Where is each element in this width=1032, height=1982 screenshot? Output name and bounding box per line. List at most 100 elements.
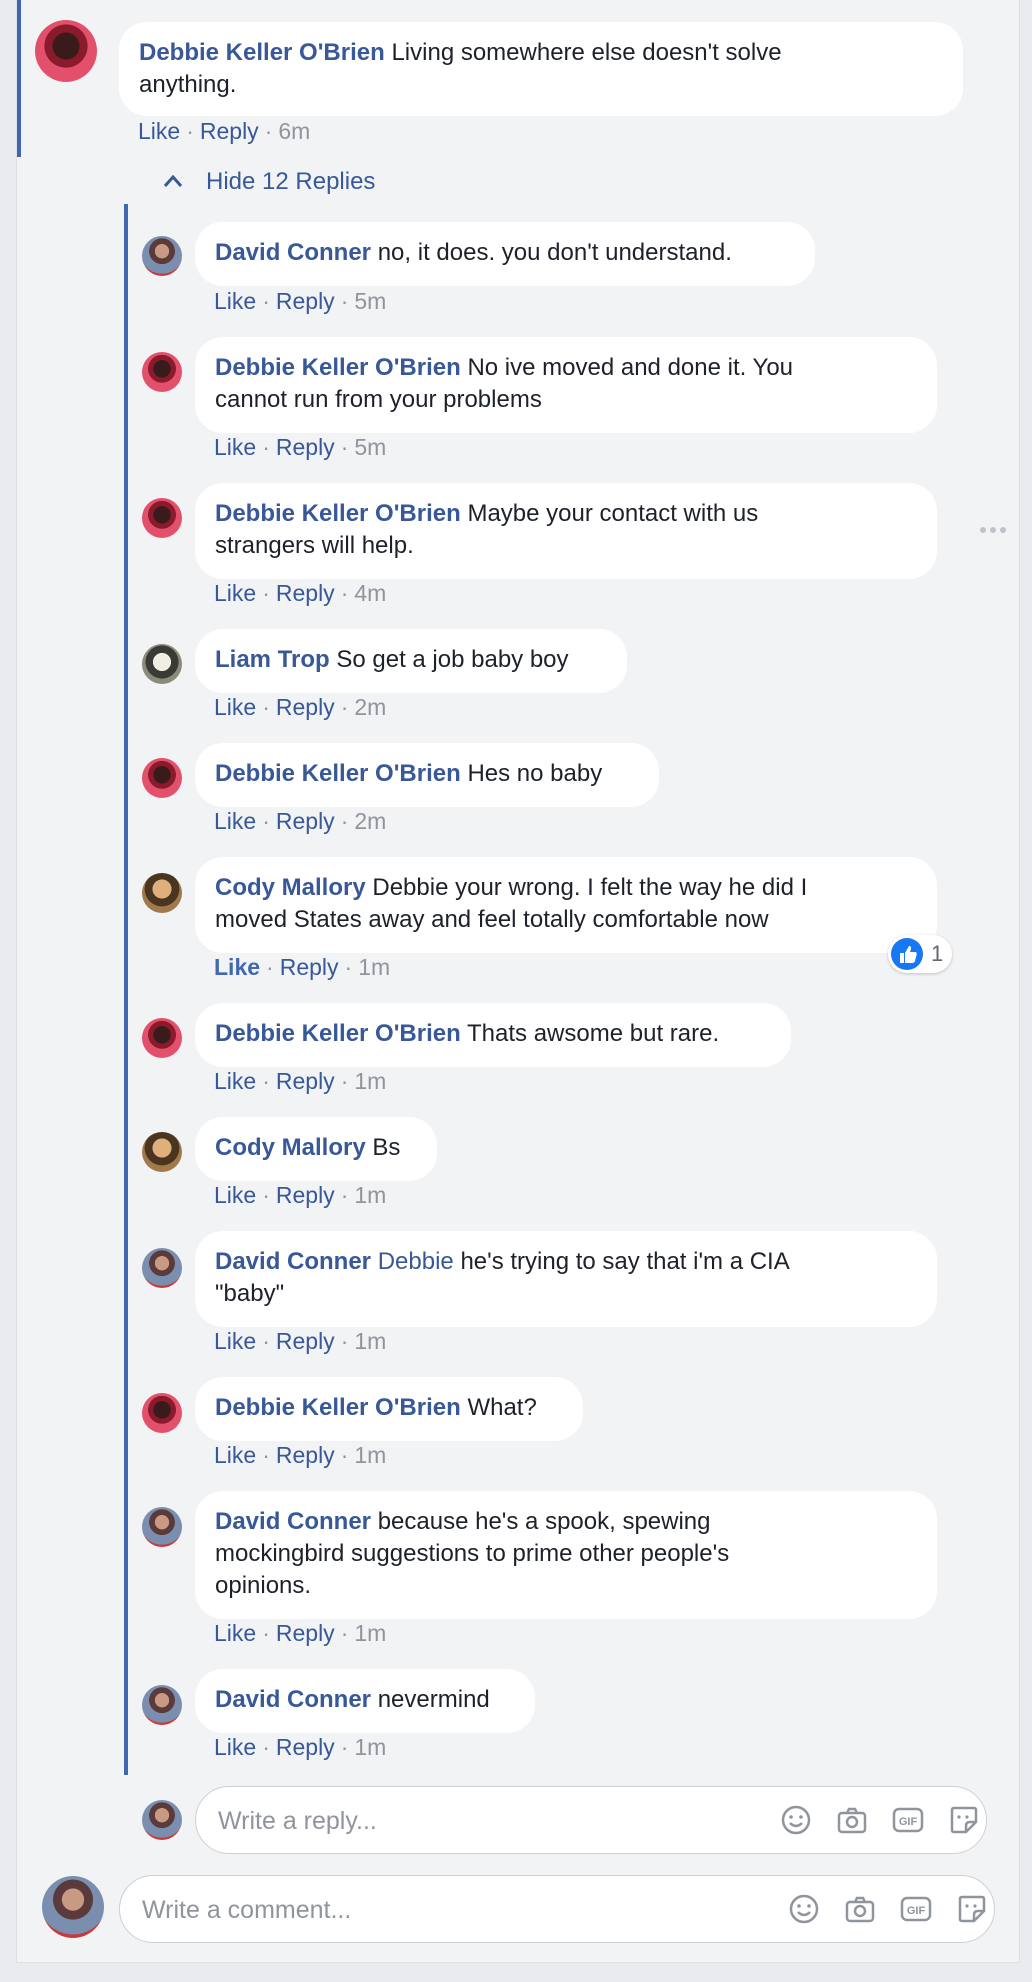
reply-time: 1m	[354, 1068, 387, 1094]
like-link[interactable]: Like	[214, 1068, 256, 1094]
reply-time: 4m	[354, 580, 387, 606]
reply-link[interactable]: Reply	[276, 1328, 335, 1354]
avatar-cody[interactable]	[142, 1132, 182, 1172]
reply-link[interactable]: Reply	[200, 118, 259, 144]
like-link[interactable]: Like	[214, 1620, 256, 1646]
reply-bubble: David Conner Debbie he's trying to say t…	[195, 1231, 937, 1327]
emoji-icon[interactable]	[788, 1893, 820, 1925]
avatar-debbie[interactable]	[142, 758, 182, 798]
reply-link[interactable]: Reply	[276, 1620, 335, 1646]
reply-input[interactable]	[216, 1803, 740, 1839]
emoji-icon[interactable]	[780, 1804, 812, 1836]
avatar-david[interactable]	[142, 1507, 182, 1547]
like-link[interactable]: Like	[214, 1182, 256, 1208]
like-link[interactable]: Like	[214, 808, 256, 834]
reaction-summary[interactable]: 1	[888, 935, 952, 973]
reply-actions: Like · Reply · 1m	[214, 1068, 387, 1094]
reply-text: because he's a spook, spewing	[377, 1508, 711, 1535]
reply-actions: Like · Reply · 5m	[214, 288, 387, 314]
comment-actions: Like · Reply · 6m	[138, 118, 311, 144]
avatar-debbie[interactable]	[142, 1393, 182, 1433]
gif-icon[interactable]: GIF	[900, 1893, 932, 1925]
svg-text:GIF: GIF	[907, 1905, 926, 1917]
like-link[interactable]: Like	[214, 1328, 256, 1354]
avatar-david[interactable]	[142, 1248, 182, 1288]
avatar-david[interactable]	[142, 1685, 182, 1725]
reaction-count: 1	[931, 941, 944, 966]
reply-link[interactable]: Reply	[276, 1182, 335, 1208]
comment-text: Living somewhere else doesn't solve	[391, 39, 782, 66]
reply-author[interactable]: David Conner	[215, 1248, 371, 1275]
reply-author[interactable]: David Conner	[215, 239, 371, 266]
gif-icon[interactable]: GIF	[892, 1804, 924, 1836]
reply-text: strangers will help.	[215, 532, 414, 559]
reply-bubble: Debbie Keller O'Brien Hes no baby	[195, 743, 659, 807]
avatar-debbie[interactable]	[142, 498, 182, 538]
reply-link[interactable]: Reply	[276, 808, 335, 834]
reply-link[interactable]: Reply	[276, 1734, 335, 1760]
avatar-current-user	[142, 1800, 182, 1840]
mention-link[interactable]: Debbie	[378, 1248, 454, 1275]
reply-link[interactable]: Reply	[280, 954, 339, 980]
reply-actions: Like · Reply · 1m	[214, 1328, 387, 1354]
reply-author[interactable]: Debbie Keller O'Brien	[215, 500, 461, 527]
chevron-up-icon[interactable]	[163, 174, 183, 188]
top-comment-thread-line	[17, 0, 21, 157]
reply-author[interactable]: Cody Mallory	[215, 1134, 366, 1161]
like-link[interactable]: Like	[214, 580, 256, 606]
avatar-debbie[interactable]	[142, 1018, 182, 1058]
reply-author[interactable]: Debbie Keller O'Brien	[215, 354, 461, 381]
reply-author[interactable]: David Conner	[215, 1686, 371, 1713]
reply-author[interactable]: Liam Trop	[215, 646, 330, 673]
hide-replies-link[interactable]: Hide 12 Replies	[206, 167, 375, 197]
reply-link[interactable]: Reply	[276, 288, 335, 314]
reply-link[interactable]: Reply	[276, 434, 335, 460]
avatar-debbie[interactable]	[35, 20, 97, 82]
avatar-liam[interactable]	[142, 644, 182, 684]
reply-actions: Like · Reply · 1m	[214, 954, 391, 980]
camera-icon[interactable]	[844, 1893, 876, 1925]
reply-actions: Like · Reply · 1m	[214, 1620, 387, 1646]
reply-author[interactable]: Cody Mallory	[215, 874, 366, 901]
avatar-david[interactable]	[142, 236, 182, 276]
reply-bubble: Cody Mallory Debbie your wrong. I felt t…	[195, 857, 937, 953]
reply-bubble: Cody Mallory Bs	[195, 1117, 437, 1181]
reply-bubble: David Conner no, it does. you don't unde…	[195, 222, 815, 286]
reply-actions: Like · Reply · 4m	[214, 580, 387, 606]
avatar-current-user	[42, 1876, 104, 1938]
like-link[interactable]: Like	[138, 118, 180, 144]
comment-author[interactable]: Debbie Keller O'Brien	[139, 39, 385, 66]
reply-bubble: David Conner nevermind	[195, 1669, 535, 1733]
like-link[interactable]: Like	[214, 694, 256, 720]
comment-input[interactable]	[140, 1892, 744, 1928]
like-link[interactable]: Like	[214, 288, 256, 314]
reply-author[interactable]: Debbie Keller O'Brien	[215, 760, 461, 787]
avatar-cody[interactable]	[142, 873, 182, 913]
reply-actions: Like · Reply · 5m	[214, 434, 387, 460]
like-link[interactable]: Like	[214, 954, 260, 980]
reply-text: cannot run from your problems	[215, 386, 542, 413]
like-link[interactable]: Like	[214, 1442, 256, 1468]
reply-input-box[interactable]: GIF	[195, 1786, 987, 1854]
avatar-debbie[interactable]	[142, 352, 182, 392]
reply-time: 5m	[354, 434, 387, 460]
camera-icon[interactable]	[836, 1804, 868, 1836]
reply-link[interactable]: Reply	[276, 580, 335, 606]
like-link[interactable]: Like	[214, 434, 256, 460]
comment-input-box[interactable]: GIF	[119, 1875, 995, 1943]
reply-author[interactable]: Debbie Keller O'Brien	[215, 1394, 461, 1421]
reply-link[interactable]: Reply	[276, 694, 335, 720]
reply-text: mockingbird suggestions to prime other p…	[215, 1540, 730, 1567]
reply-text: Debbie your wrong. I felt the way he did…	[372, 874, 808, 901]
reply-link[interactable]: Reply	[276, 1442, 335, 1468]
reply-author[interactable]: Debbie Keller O'Brien	[215, 1020, 461, 1047]
sticker-icon[interactable]	[956, 1893, 988, 1925]
reply-text: opinions.	[215, 1572, 312, 1599]
comment-bubble: Debbie Keller O'Brien Living somewhere e…	[119, 22, 963, 116]
reply-author[interactable]: David Conner	[215, 1508, 371, 1535]
sticker-icon[interactable]	[948, 1804, 980, 1836]
reply-link[interactable]: Reply	[276, 1068, 335, 1094]
more-options-icon[interactable]	[979, 525, 1007, 535]
like-link[interactable]: Like	[214, 1734, 256, 1760]
reply-bubble: Debbie Keller O'Brien Thats awsome but r…	[195, 1003, 791, 1067]
